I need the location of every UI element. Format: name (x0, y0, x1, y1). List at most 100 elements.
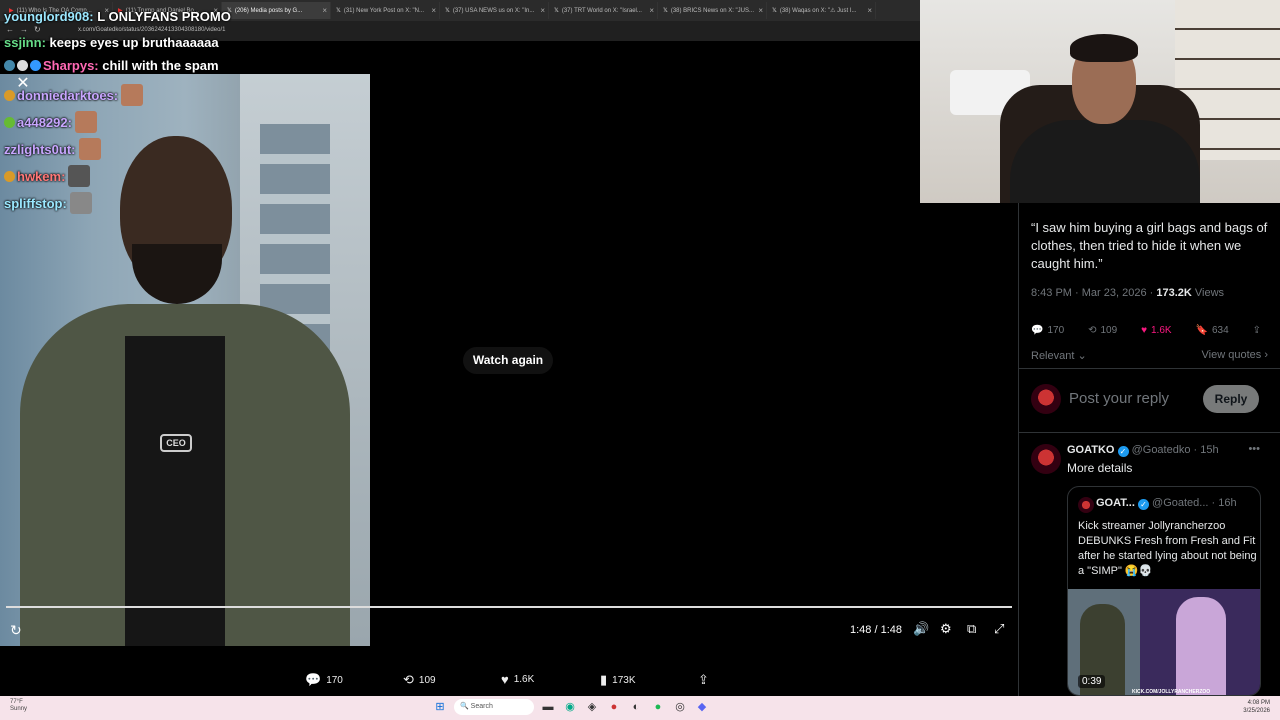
steam-icon[interactable]: ◐ (628, 699, 644, 715)
obs-icon[interactable]: ◎ (672, 699, 688, 715)
chat-message: spliffstop: (4, 192, 92, 214)
video-progress-bar[interactable] (6, 606, 1012, 608)
chat-emote (78, 138, 101, 160)
thumbnail-person-right (1176, 597, 1226, 695)
tweet-text: “I saw him buying a girl bags and bags o… (1031, 220, 1268, 271)
heart-icon: ♥ (1141, 325, 1147, 336)
close-tab-icon[interactable]: × (322, 6, 327, 15)
settings-gear-icon[interactable]: ⚙ (940, 621, 952, 637)
chat-message: zzlights0ut: (4, 138, 101, 160)
nav-buttons[interactable]: ←→↻ (6, 25, 47, 34)
comment-icon: 💬 (305, 672, 322, 687)
repost-icon: ⟲ (1088, 325, 1097, 336)
video-time: 1:48 / 1:48 (850, 624, 902, 636)
taskbar-apps: ⊞ 🔍 Search ▬ ◉ ◈ ● ◐ ● ◎ ◆ (432, 699, 710, 715)
tweet-detail-panel: “I saw him buying a girl bags and bags o… (1018, 203, 1280, 696)
close-tab-icon[interactable]: × (867, 6, 872, 15)
picture-in-picture-icon[interactable]: ⧉ (967, 621, 976, 637)
verified-badge-icon: ✓ (1117, 446, 1129, 457)
repost-icon: ⟲ (403, 672, 414, 687)
fullscreen-icon[interactable]: ⤢ (994, 621, 1004, 637)
webcam-overlay (920, 0, 1280, 203)
browser-tab[interactable]: 𝕏 (31) New York Post on X: "N... × (331, 2, 440, 19)
chat-message: younglord908: L ONLYFANS PROMO (4, 9, 231, 24)
divider (1019, 368, 1280, 369)
chevron-right-icon: › (1264, 349, 1268, 361)
chat-emote (69, 192, 92, 214)
heart-icon: ♥ (501, 672, 509, 687)
like-stat[interactable]: ♥ 1.6K (1141, 325, 1172, 336)
person-beard (132, 244, 222, 304)
more-options-icon[interactable]: ••• (1248, 443, 1260, 455)
quoted-post-text: Kick streamer Jollyrancherzoo DEBUNKS Fr… (1078, 520, 1257, 577)
browser-tab[interactable]: 𝕏 (38) Waqas on X: "⚠ Just I... × (767, 2, 876, 19)
close-tab-icon[interactable]: × (649, 6, 654, 15)
url-field[interactable]: x.com/Goatedko/status/203624241330430818… (78, 27, 225, 33)
windows-start-icon[interactable]: ⊞ (432, 699, 448, 715)
browser-tab[interactable]: 𝕏 (37) USA NEWS us on X: "In... × (440, 2, 549, 19)
sort-dropdown[interactable]: Relevant ⌄ (1031, 349, 1087, 362)
chat-badge-icon (4, 117, 15, 128)
discord-icon[interactable]: ◆ (694, 699, 710, 715)
repost-stat[interactable]: ⟲ 109 (1088, 325, 1117, 336)
avatar[interactable] (1031, 384, 1061, 414)
avatar[interactable] (1031, 444, 1061, 474)
spotify-icon[interactable]: ● (650, 699, 666, 715)
video-duration: 0:39 (1078, 675, 1106, 688)
chrome-icon[interactable]: ● (606, 699, 622, 715)
quoted-video-thumbnail[interactable]: 0:39 KICK.COM/JOLLYRANCHERZOO (1068, 589, 1260, 695)
reply-button[interactable]: Reply (1203, 385, 1259, 413)
edge-icon[interactable]: ◉ (562, 699, 578, 715)
close-tab-icon[interactable]: × (758, 6, 763, 15)
chevron-down-icon: ⌄ (1077, 350, 1087, 362)
reply-input[interactable]: Post your reply (1069, 390, 1169, 407)
quoted-post-header: GOAT... ✓ @Goated... · 16h (1096, 497, 1237, 510)
chat-message: ssjinn: keeps eyes up bruthaaaaaa (4, 35, 219, 50)
volume-icon[interactable]: 🔊 (913, 621, 929, 637)
reply-action[interactable]: 💬 170 (305, 672, 343, 688)
close-tab-icon[interactable]: × (540, 6, 545, 15)
views-action[interactable]: ▮ 173K (600, 672, 636, 688)
forward-icon[interactable]: → (20, 25, 34, 34)
weather-widget[interactable]: 77°F Sunny (10, 699, 27, 713)
store-icon[interactable]: ◈ (584, 699, 600, 715)
windows-taskbar: 77°F Sunny ⊞ 🔍 Search ▬ ◉ ◈ ● ◐ ● ◎ ◆ 4:0… (0, 696, 1280, 720)
share-icon[interactable]: ⇪ (1253, 325, 1261, 336)
comment-icon: 💬 (1031, 325, 1044, 336)
avatar (1078, 497, 1094, 513)
x-logo-icon: 𝕏 (336, 8, 341, 14)
refresh-icon[interactable]: ↻ (34, 25, 47, 34)
browser-tab[interactable]: 𝕏 (38) BRICS News on X: "JUS... × (658, 2, 767, 19)
chat-badge-icon (4, 90, 15, 101)
back-icon[interactable]: ← (6, 25, 20, 34)
reply-stat[interactable]: 💬 170 (1031, 325, 1064, 336)
chat-badge-icon (17, 60, 28, 71)
like-action[interactable]: ♥ 1.6K (501, 672, 534, 687)
search-input[interactable]: 🔍 Search (454, 699, 534, 715)
chat-emote (74, 111, 97, 133)
chat-badge-icon (4, 60, 15, 71)
chat-message: hwkem: (4, 165, 91, 187)
view-quotes-link[interactable]: View quotes › (1202, 349, 1268, 361)
system-clock[interactable]: 4:08 PM 3/25/2026 (1243, 699, 1270, 715)
bookmark-stat[interactable]: 🔖 634 (1196, 325, 1229, 336)
bar-chart-icon: ▮ (600, 672, 608, 687)
share-action[interactable]: ⇪ (698, 672, 709, 688)
person-shirt (125, 336, 225, 646)
streamer-hoodie (1010, 120, 1200, 203)
reply-post-header: GOATKO ✓ @Goatedko · 15h (1067, 444, 1219, 457)
watch-again-button[interactable]: Watch again (463, 347, 553, 374)
share-icon: ⇪ (698, 672, 709, 687)
replay-icon[interactable]: ↻ (10, 622, 22, 639)
repost-action[interactable]: ⟲ 109 (403, 672, 436, 688)
quoted-post-card[interactable]: GOAT... ✓ @Goated... · 16h Kick streamer… (1067, 486, 1261, 696)
browser-tab-active[interactable]: 𝕏 (206) Media posts by G... × (222, 2, 331, 19)
file-explorer-icon[interactable]: ▬ (540, 699, 556, 715)
post-action-bar (0, 646, 1018, 696)
chat-message: donniedarktoes: (4, 84, 144, 106)
close-tab-icon[interactable]: × (431, 6, 436, 15)
x-logo-icon: 𝕏 (445, 8, 450, 14)
browser-tab[interactable]: 𝕏 (37) TRT World on X: "Israel... × (549, 2, 658, 19)
chat-emote (68, 165, 91, 187)
divider (1019, 432, 1280, 433)
